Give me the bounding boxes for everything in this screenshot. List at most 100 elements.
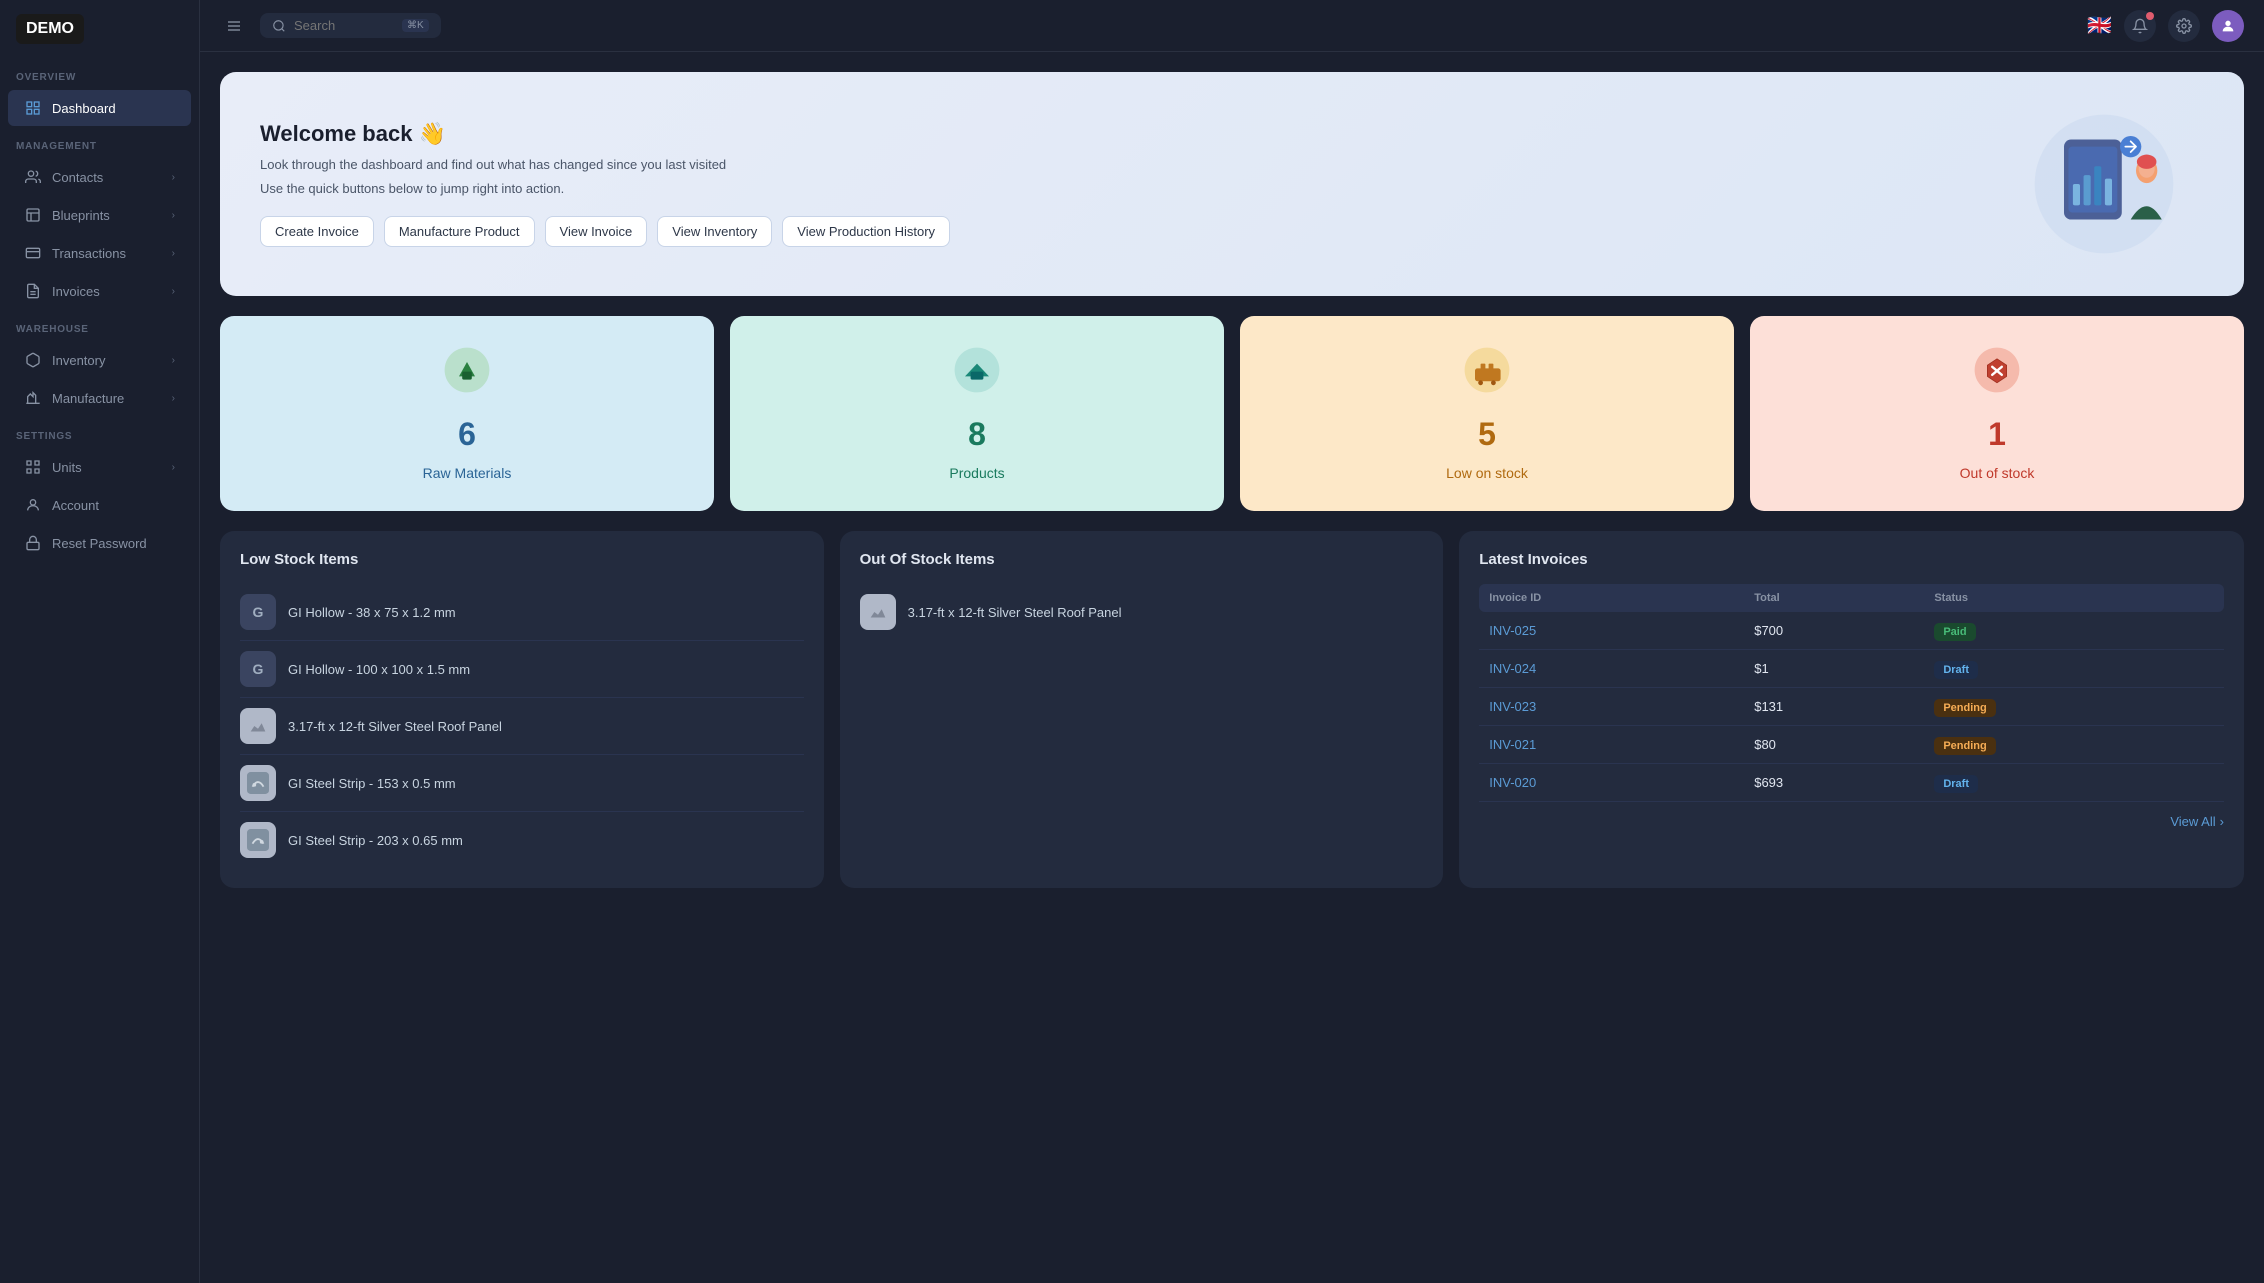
- list-item[interactable]: GI Steel Strip - 153 x 0.5 mm: [240, 755, 804, 812]
- topbar: ⌘K 🇬🇧: [200, 0, 2264, 52]
- low-stock-panel-title: Low Stock Items: [240, 551, 804, 568]
- table-row[interactable]: INV-021 $80 Pending: [1479, 726, 2224, 764]
- invoice-id[interactable]: INV-024: [1489, 661, 1536, 676]
- welcome-illustration: [2004, 104, 2204, 264]
- stock-item-avatar: [240, 822, 276, 858]
- invoice-id[interactable]: INV-023: [1489, 699, 1536, 714]
- invoice-id[interactable]: INV-020: [1489, 775, 1536, 790]
- stat-card-low-stock[interactable]: 5 Low on stock: [1240, 316, 1734, 511]
- stock-item-name: GI Steel Strip - 203 x 0.65 mm: [288, 833, 463, 848]
- sidebar-item-dashboard[interactable]: Dashboard: [8, 90, 191, 126]
- list-item[interactable]: G GI Hollow - 100 x 100 x 1.5 mm: [240, 641, 804, 698]
- settings-button[interactable]: [2168, 10, 2200, 42]
- latest-invoices-title: Latest Invoices: [1479, 551, 2224, 568]
- dashboard-icon: [24, 99, 42, 117]
- view-invoice-button[interactable]: View Invoice: [545, 216, 648, 247]
- notifications-button[interactable]: [2124, 10, 2156, 42]
- language-flag-icon[interactable]: 🇬🇧: [2087, 13, 2112, 38]
- app-logo: DEMO: [16, 14, 84, 44]
- user-avatar[interactable]: [2212, 10, 2244, 42]
- products-label: Products: [949, 465, 1004, 481]
- gear-icon: [2176, 18, 2192, 34]
- invoice-status-header: Status: [1924, 584, 2224, 612]
- sidebar: DEMO OVERVIEW Dashboard MANAGEMENT Conta…: [0, 0, 200, 1283]
- blueprints-icon: [24, 206, 42, 224]
- main-wrapper: ⌘K 🇬🇧 Welcome back 👋 Look through the da…: [200, 0, 2264, 1283]
- invoice-id[interactable]: INV-021: [1489, 737, 1536, 752]
- search-shortcut: ⌘K: [402, 19, 429, 32]
- sidebar-item-account[interactable]: Account: [8, 487, 191, 523]
- sidebar-item-contacts[interactable]: Contacts ›: [8, 159, 191, 195]
- view-production-history-button[interactable]: View Production History: [782, 216, 950, 247]
- view-all-arrow-icon: ›: [2220, 814, 2224, 829]
- welcome-banner: Welcome back 👋 Look through the dashboar…: [220, 72, 2244, 296]
- units-chevron-icon: ›: [172, 462, 175, 473]
- table-row[interactable]: INV-025 $700 Paid: [1479, 612, 2224, 650]
- sidebar-item-reset-password[interactable]: Reset Password: [8, 525, 191, 561]
- products-icon: [953, 346, 1001, 404]
- contacts-icon: [24, 168, 42, 186]
- warehouse-section-label: WAREHOUSE: [0, 310, 199, 341]
- content-area: Welcome back 👋 Look through the dashboar…: [200, 52, 2264, 1283]
- welcome-hint: Use the quick buttons below to jump righ…: [260, 181, 2004, 196]
- stat-card-out-of-stock[interactable]: 1 Out of stock: [1750, 316, 2244, 511]
- sidebar-item-inventory[interactable]: Inventory ›: [8, 342, 191, 378]
- search-input[interactable]: [294, 18, 394, 33]
- manufacture-icon: [24, 389, 42, 407]
- transactions-icon: [24, 244, 42, 262]
- table-row[interactable]: INV-024 $1 Draft: [1479, 650, 2224, 688]
- stat-card-raw-materials[interactable]: 6 Raw Materials: [220, 316, 714, 511]
- out-of-stock-count: 1: [1988, 416, 2006, 453]
- invoices-icon: [24, 282, 42, 300]
- invoice-id[interactable]: INV-025: [1489, 623, 1536, 638]
- sidebar-item-manufacture[interactable]: Manufacture ›: [8, 380, 191, 416]
- blueprints-chevron-icon: ›: [172, 210, 175, 221]
- sidebar-item-blueprints-label: Blueprints: [52, 208, 110, 223]
- table-row[interactable]: INV-023 $131 Pending: [1479, 688, 2224, 726]
- raw-materials-label: Raw Materials: [423, 465, 512, 481]
- sidebar-item-units[interactable]: Units ›: [8, 449, 191, 485]
- table-row[interactable]: INV-020 $693 Draft: [1479, 764, 2224, 802]
- invoice-table: Invoice ID Total Status INV-025 $700 Pai…: [1479, 584, 2224, 802]
- logo-area: DEMO: [0, 0, 199, 58]
- sidebar-item-invoices[interactable]: Invoices ›: [8, 273, 191, 309]
- sidebar-item-blueprints[interactable]: Blueprints ›: [8, 197, 191, 233]
- low-stock-icon: [1463, 346, 1511, 404]
- notification-dot: [2146, 12, 2154, 20]
- inventory-icon: [24, 351, 42, 369]
- search-bar[interactable]: ⌘K: [260, 13, 441, 38]
- bottom-row: Low Stock Items G GI Hollow - 38 x 75 x …: [220, 531, 2244, 888]
- welcome-buttons: Create Invoice Manufacture Product View …: [260, 216, 2004, 247]
- manufacture-product-button[interactable]: Manufacture Product: [384, 216, 535, 247]
- stock-item-name: 3.17-ft x 12-ft Silver Steel Roof Panel: [288, 719, 502, 734]
- welcome-title: Welcome back 👋: [260, 121, 2004, 147]
- inventory-chevron-icon: ›: [172, 355, 175, 366]
- sidebar-item-units-label: Units: [52, 460, 82, 475]
- invoice-total: $1: [1744, 650, 1924, 688]
- settings-section-label: SETTINGS: [0, 417, 199, 448]
- invoice-total-header: Total: [1744, 584, 1924, 612]
- status-badge: Paid: [1934, 623, 1975, 641]
- out-of-stock-panel-title: Out Of Stock Items: [860, 551, 1424, 568]
- stat-card-products[interactable]: 8 Products: [730, 316, 1224, 511]
- topbar-right: 🇬🇧: [2087, 10, 2244, 42]
- create-invoice-button[interactable]: Create Invoice: [260, 216, 374, 247]
- sidebar-item-dashboard-label: Dashboard: [52, 101, 116, 116]
- view-all-button[interactable]: View All ›: [1479, 814, 2224, 829]
- invoice-id-header: Invoice ID: [1479, 584, 1744, 612]
- management-section-label: MANAGEMENT: [0, 127, 199, 158]
- sidebar-item-account-label: Account: [52, 498, 99, 513]
- sidebar-item-transactions[interactable]: Transactions ›: [8, 235, 191, 271]
- account-icon: [24, 496, 42, 514]
- out-of-stock-icon: [1973, 346, 2021, 404]
- status-badge: Draft: [1934, 661, 1978, 679]
- list-item[interactable]: 3.17-ft x 12-ft Silver Steel Roof Panel: [860, 584, 1424, 640]
- list-item[interactable]: G GI Hollow - 38 x 75 x 1.2 mm: [240, 584, 804, 641]
- welcome-subtitle: Look through the dashboard and find out …: [260, 155, 2004, 175]
- view-inventory-button[interactable]: View Inventory: [657, 216, 772, 247]
- sidebar-collapse-button[interactable]: [220, 12, 248, 40]
- list-item[interactable]: GI Steel Strip - 203 x 0.65 mm: [240, 812, 804, 868]
- list-item[interactable]: 3.17-ft x 12-ft Silver Steel Roof Panel: [240, 698, 804, 755]
- units-icon: [24, 458, 42, 476]
- latest-invoices-panel: Latest Invoices Invoice ID Total Status …: [1459, 531, 2244, 888]
